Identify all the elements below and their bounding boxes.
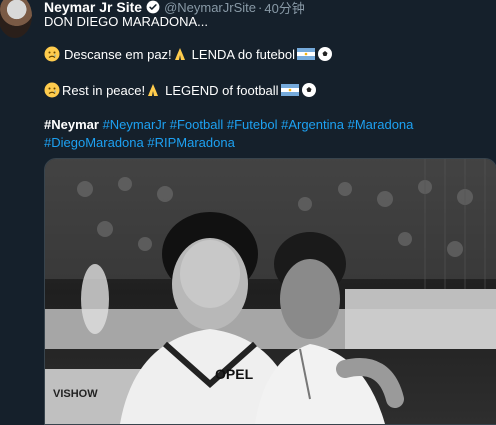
tweet-timestamp[interactable]: 40分钟 [264, 0, 304, 17]
text-lenda: LENDA do futebol [191, 46, 296, 62]
folded-hands-emoji-icon [174, 48, 185, 60]
crying-face-emoji-icon [44, 82, 60, 98]
tweet-text-line-1: DON DIEGO MARADONA... [44, 14, 208, 29]
hashtag-list: #Neymar #NeymarJr #Football #Futebol #Ar… [44, 116, 484, 152]
author-name[interactable]: Neymar Jr Site [44, 0, 142, 15]
author-handle[interactable]: @NeymarJrSite [164, 0, 256, 15]
tweet-photo[interactable]: VISHOW OPEL [44, 158, 496, 425]
tweet-text-line-3: Rest in peace! LEGEND of football [44, 82, 317, 98]
photo-image: VISHOW OPEL [45, 159, 496, 424]
folded-hands-emoji-icon [148, 84, 159, 96]
hashtag-link[interactable]: #DiegoMaradona [44, 135, 144, 150]
shirt-sponsor-text: OPEL [215, 366, 254, 382]
separator-dot: · [258, 0, 263, 15]
text-legend: LEGEND of football [165, 82, 279, 98]
hashtag-link[interactable]: #Maradona [348, 117, 414, 132]
board-text: VISHOW [53, 388, 98, 400]
soccer-ball-emoji-icon [318, 47, 333, 61]
hashtag-link[interactable]: #Argentina [281, 117, 344, 132]
soccer-ball-emoji-icon [301, 83, 316, 97]
crying-face-emoji-icon [44, 46, 60, 62]
text-rest-in-peace: Rest in peace! [62, 82, 146, 98]
tweet-text-line-2: Descanse em paz! LENDA do futebol [44, 46, 333, 62]
hashtag-link[interactable]: #RIPMaradona [147, 135, 234, 150]
hashtag-link[interactable]: #NeymarJr [103, 117, 167, 132]
hashtag-link[interactable]: #Futebol [227, 117, 278, 132]
argentina-flag-emoji-icon [280, 84, 299, 96]
verified-badge-icon [146, 0, 160, 14]
text-descanse: Descanse em paz! [64, 46, 172, 62]
hashtag-link[interactable]: #Neymar [44, 117, 99, 132]
author-avatar[interactable] [0, 0, 32, 38]
argentina-flag-emoji-icon [297, 48, 316, 60]
tweet-card[interactable]: Neymar Jr Site @NeymarJrSite · 40分钟 DON … [0, 0, 496, 425]
hashtag-link[interactable]: #Football [170, 117, 223, 132]
